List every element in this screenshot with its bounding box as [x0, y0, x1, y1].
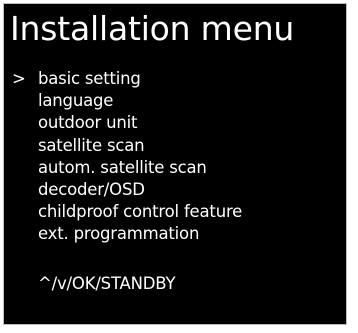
menu-item-label: basic setting	[38, 69, 141, 88]
menu-item-decoder-osd[interactable]: decoder/OSD	[10, 179, 346, 201]
osd-screen: Installation menu > basic setting langua…	[10, 9, 346, 295]
menu-item-satellite-scan[interactable]: satellite scan	[10, 135, 346, 157]
menu-item-ext-programmation[interactable]: ext. programmation	[10, 223, 346, 245]
menu-item-label: language	[38, 91, 114, 111]
menu-item-childproof-control-feature[interactable]: childproof control feature	[10, 201, 346, 223]
menu-item-label: autom. satellite scan	[38, 157, 207, 177]
selection-cursor-icon: >	[12, 69, 26, 88]
menu-item-language[interactable]: language	[10, 90, 346, 112]
menu-title: Installation menu	[10, 9, 295, 48]
menu-item-label: ext. programmation	[38, 224, 200, 244]
installation-menu-panel: Installation menu > basic setting langua…	[3, 3, 347, 325]
menu-item-outdoor-unit[interactable]: outdoor unit	[10, 112, 346, 134]
menu-item-label: satellite scan	[38, 135, 145, 155]
menu-list: > basic setting language outdoor unit sa…	[10, 68, 346, 246]
menu-item-label: outdoor unit	[38, 113, 138, 133]
menu-item-label: childproof control feature	[38, 202, 243, 222]
navigation-hint: ^/v/OK/STANDBY	[38, 273, 176, 293]
menu-item-label: decoder/OSD	[38, 180, 145, 200]
menu-item-autom-satellite-scan[interactable]: autom. satellite scan	[10, 157, 346, 179]
menu-item-basic-setting[interactable]: > basic setting	[10, 68, 346, 90]
